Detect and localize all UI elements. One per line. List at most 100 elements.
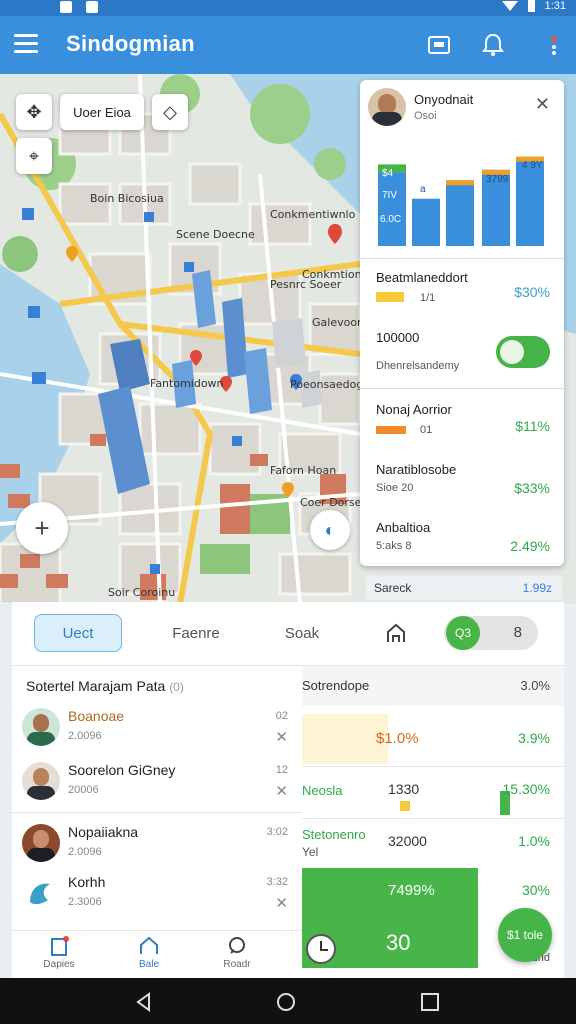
pan-icon[interactable]: ✥	[16, 94, 52, 130]
compass-icon[interactable]: ◐	[310, 510, 350, 550]
layers-icon[interactable]: ◇	[152, 94, 188, 130]
header-cell: Sotrendope	[302, 678, 370, 693]
profile-sub: Osoi	[414, 110, 437, 122]
zoom-in-button[interactable]: +	[16, 502, 68, 554]
tab-bar: Uect Faenre Soak Q3 8	[12, 602, 564, 666]
mini-bar-chart: $4 7IV 6.0C a 3799 4 9Y	[378, 156, 544, 246]
table-row: Stetonenro Yel 32000 1.0%	[302, 818, 564, 868]
home-button-icon[interactable]	[276, 992, 296, 1012]
navigate-icon[interactable]: ⌖	[16, 138, 52, 174]
recents-icon[interactable]	[420, 992, 440, 1012]
home-icon	[140, 936, 158, 954]
list-title-text: Sotertel Marajam Pata	[26, 678, 166, 694]
stats-card: Onyodnait Osoi ✕ $4 7IV 6.0C a 3799 4 9Y Beat…	[360, 80, 564, 566]
nav-item-bale[interactable]: Bale	[114, 935, 184, 970]
row-title: Beatmlaneddort	[376, 270, 468, 285]
header-cell: 3.0%	[520, 678, 550, 693]
table-cell: Neosla	[302, 783, 343, 798]
progress-bar	[376, 426, 406, 434]
status-time: 1:31	[544, 0, 566, 12]
table-cell: Stetonenro	[302, 827, 366, 842]
table-cell: 7499%	[388, 882, 435, 899]
avatar	[22, 824, 60, 862]
tab-uect[interactable]: Uect	[34, 614, 122, 652]
item-sub: 2.0096	[68, 846, 102, 858]
avatar	[22, 708, 60, 746]
map-label: Soir Coroinu	[108, 586, 176, 599]
screen-cast-icon[interactable]	[426, 32, 452, 58]
close-icon[interactable]: ✕	[275, 894, 288, 912]
tab-faenre[interactable]: Faenre	[162, 614, 230, 652]
table-header: Sotrendope 3.0%	[302, 666, 564, 706]
divider	[360, 388, 564, 389]
status-bar: 1:31	[0, 0, 576, 16]
row-title: Naratiblosobe	[376, 462, 457, 477]
table-cell: Yel	[302, 845, 319, 859]
search-strip[interactable]: Sareck 1.99z	[366, 576, 562, 600]
bell-icon[interactable]	[480, 32, 506, 58]
chart-label: $4	[382, 168, 394, 179]
more-icon[interactable]	[544, 32, 564, 58]
search-icon	[229, 937, 245, 954]
map-label: Poeonsaedog	[290, 378, 364, 391]
item-num: 12	[275, 764, 288, 776]
logo-icon	[22, 874, 60, 912]
table-row: Neosla 1330 15.30%	[302, 766, 564, 816]
list-item[interactable]: Soorelon GiGney 20006 12 ✕	[12, 754, 302, 810]
list-item[interactable]: Boanoae 2.0096 02 ✕	[12, 700, 302, 756]
chart-label: 7IV	[382, 190, 397, 201]
clock-icon[interactable]	[306, 934, 336, 964]
notification-icon	[60, 1, 72, 13]
chart-label: 3799	[486, 174, 509, 185]
table-cell: $1.0%	[376, 730, 419, 747]
toggle-on-label: Q3	[446, 616, 480, 650]
tab-soak[interactable]: Soak	[272, 614, 332, 652]
document-icon	[51, 936, 69, 956]
row-sub: 5:aks 8	[376, 540, 412, 552]
table-cell: 32000	[388, 833, 427, 849]
bottom-nav: Dapies Bale Roadr	[12, 930, 302, 978]
period-toggle[interactable]: Q3 8	[444, 616, 538, 650]
row-sub: Sioe 20	[376, 482, 414, 494]
map-search-chip[interactable]: Uoer Eioa	[60, 94, 144, 130]
list-item[interactable]: Nopaiiakna 2.0096 3:02	[12, 816, 302, 872]
table-cell: 1330	[388, 781, 420, 797]
row-value: $30%	[514, 284, 550, 300]
chart-bar	[378, 172, 406, 246]
back-icon[interactable]	[134, 992, 154, 1012]
row-sub: 01	[420, 424, 433, 436]
close-icon[interactable]: ✕	[275, 782, 288, 800]
close-icon[interactable]: ✕	[275, 728, 288, 746]
row-title: Nonaj Aorrior	[376, 402, 452, 417]
row-title: 100000	[376, 330, 420, 345]
map-label: Boin Bicosiua	[90, 192, 164, 205]
row-sub: 1/1	[420, 292, 436, 304]
home-icon[interactable]	[384, 622, 408, 646]
close-icon[interactable]: ✕	[535, 94, 550, 115]
item-sub: 20006	[68, 784, 99, 796]
row-value: $11%	[515, 418, 550, 434]
toggle-off-label: 8	[513, 624, 522, 641]
table-cell: 15.30%	[502, 781, 550, 797]
item-sub: 2.3006	[68, 896, 102, 908]
chart-label: 4 9Y	[522, 160, 543, 171]
toggle-switch[interactable]	[496, 336, 550, 368]
chart-bar	[412, 198, 440, 246]
nav-label: Roadr	[223, 959, 251, 970]
nav-label: Bale	[138, 959, 159, 970]
item-name: Korhh	[68, 874, 106, 890]
map-label: Conkmentiwnlo	[270, 208, 356, 221]
list-item[interactable]: Korhh 2.3006 3:32 ✕	[12, 866, 302, 922]
item-sub: 2.0096	[68, 730, 102, 742]
fab-button[interactable]: $1 tole	[498, 908, 552, 962]
table-cell: 30	[386, 930, 411, 955]
progress-bar	[376, 292, 404, 302]
signal-icon	[501, 1, 518, 11]
divider	[360, 258, 564, 259]
menu-icon[interactable]	[14, 34, 38, 54]
app-bar: Sindogmian	[0, 16, 576, 74]
chart-label: 6.0C	[380, 214, 401, 225]
nav-item-dapies[interactable]: Dapies	[24, 935, 94, 970]
chart-bar-cap	[446, 180, 474, 186]
nav-item-roadr[interactable]: Roadr	[202, 935, 272, 970]
